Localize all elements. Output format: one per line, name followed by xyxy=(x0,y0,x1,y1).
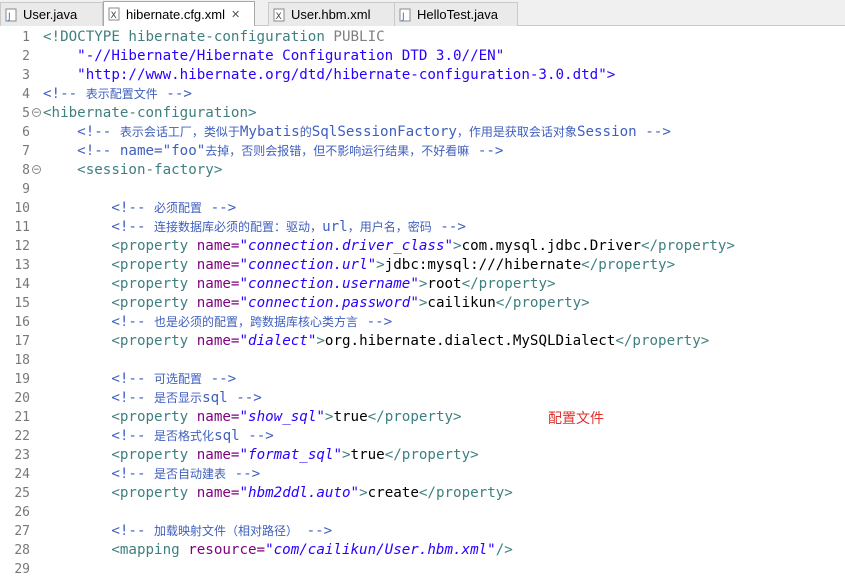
editor-tab-bar: J User.java X hibernate.cfg.xml ✕ X User… xyxy=(0,0,845,26)
line-number: 23 xyxy=(14,448,30,463)
line-number: 26 xyxy=(14,505,30,520)
line-number: 9 xyxy=(22,182,30,197)
code-editor[interactable]: <!DOCTYPE hibernate-configuration PUBLIC… xyxy=(43,26,845,579)
line-number: 22 xyxy=(14,429,30,444)
code-line-13: <property name="connection.url">jdbc:mys… xyxy=(111,257,676,273)
annotation-label: 配置文件 xyxy=(548,411,604,427)
code-line-23: <property name="format_sql">true</proper… xyxy=(111,447,479,463)
line-number: 18 xyxy=(14,353,30,368)
code-line-20: <!-- 是否显示sql --> xyxy=(43,390,262,406)
line-number: 11 xyxy=(14,220,30,235)
line-number: 15 xyxy=(14,296,30,311)
svg-text:J: J xyxy=(401,12,405,22)
line-number: 21 xyxy=(14,410,30,425)
line-number: 24 xyxy=(14,467,30,482)
xml-file-icon: X xyxy=(273,8,286,22)
line-number: 14 xyxy=(14,277,30,292)
code-line-28: <mapping resource="com/cailikun/User.hbm… xyxy=(43,542,513,558)
line-number: 20 xyxy=(14,391,30,406)
line-number: 13 xyxy=(14,258,30,273)
code-line-5: <hibernate-configuration> xyxy=(43,105,257,121)
tab-label: hibernate.cfg.xml xyxy=(126,6,225,22)
fold-toggle-icon[interactable]: − xyxy=(32,108,41,118)
line-number: 3 xyxy=(22,68,30,83)
code-line-17: <property name="dialect">org.hibernate.d… xyxy=(111,333,710,349)
java-file-icon: J xyxy=(399,8,412,22)
code-line-3: "http://www.hibernate.org/dtd/hibernate-… xyxy=(43,67,616,83)
tab-hellotest-java[interactable]: J HelloTest.java xyxy=(394,2,518,26)
svg-text:X: X xyxy=(111,11,117,21)
code-line-19: <!-- 可选配置 --> xyxy=(43,371,237,387)
line-number: 8 xyxy=(22,163,30,178)
tab-user-java[interactable]: J User.java xyxy=(0,2,103,26)
line-number: 4 xyxy=(22,87,30,102)
code-line-24: <!-- 是否自动建表 --> xyxy=(43,466,261,482)
line-number: 12 xyxy=(14,239,30,254)
code-line-14: <property name="connection.username">roo… xyxy=(111,276,556,292)
tab-label: User.java xyxy=(23,7,78,22)
code-line-4: <!-- 表示配置文件 --> xyxy=(43,86,192,102)
code-line-6: <!-- 表示会话工厂，类似于Mybatis的SqlSessionFactory… xyxy=(43,124,671,140)
code-line-12: <property name="connection.driver_class"… xyxy=(111,238,735,254)
xml-file-icon: X xyxy=(108,7,121,21)
line-number: 6 xyxy=(22,125,30,140)
close-icon[interactable]: ✕ xyxy=(231,8,240,21)
tab-label: User.hbm.xml xyxy=(291,7,371,22)
tab-hibernate-cfg-xml[interactable]: X hibernate.cfg.xml ✕ xyxy=(103,1,255,26)
code-line-21: <property name="show_sql">true</property… xyxy=(111,409,462,425)
line-number: 7 xyxy=(22,144,30,159)
code-line-2: "-//Hibernate/Hibernate Configuration DT… xyxy=(43,48,505,64)
line-number: 25 xyxy=(14,486,30,501)
line-number: 2 xyxy=(22,49,30,64)
line-number: 17 xyxy=(14,334,30,349)
line-number: 10 xyxy=(14,201,30,216)
code-line-8: <session-factory> xyxy=(43,162,223,178)
line-number: 28 xyxy=(14,543,30,558)
code-line-10: <!-- 必须配置 --> xyxy=(43,200,237,216)
svg-text:X: X xyxy=(276,12,282,22)
line-number: 19 xyxy=(14,372,30,387)
line-number: 16 xyxy=(14,315,30,330)
line-number: 27 xyxy=(14,524,30,539)
line-number-gutter: 1 2 3 4 5 6 7 8 9 10 11 12 13 14 15 16 1… xyxy=(0,26,43,579)
line-number: 1 xyxy=(22,30,30,45)
code-line-11: <!-- 连接数据库必须的配置：驱动，url，用户名，密码 --> xyxy=(43,219,466,235)
code-line-22: <!-- 是否格式化sql --> xyxy=(43,428,274,444)
code-line-25: <property name="hbm2ddl.auto">create</pr… xyxy=(111,485,513,501)
code-line-16: <!-- 也是必须的配置，跨数据库核心类方言 --> xyxy=(43,314,393,330)
code-line-15: <property name="connection.password">cai… xyxy=(111,295,590,311)
fold-toggle-icon[interactable]: − xyxy=(32,165,41,175)
line-number: 29 xyxy=(14,562,30,577)
code-line-7: <!-- name="foo"去掉，否则会报错，但不影响运行结果，不好看嘛 --… xyxy=(43,143,504,159)
tab-label: HelloTest.java xyxy=(417,7,498,22)
code-line-1: <!DOCTYPE hibernate-configuration PUBLIC xyxy=(43,29,385,45)
code-line-27: <!-- 加载映射文件（相对路径） --> xyxy=(43,523,333,539)
java-file-icon: J xyxy=(5,8,18,22)
line-number: 5 xyxy=(22,106,30,121)
tab-user-hbm-xml[interactable]: X User.hbm.xml xyxy=(268,2,395,26)
svg-text:J: J xyxy=(7,12,11,22)
